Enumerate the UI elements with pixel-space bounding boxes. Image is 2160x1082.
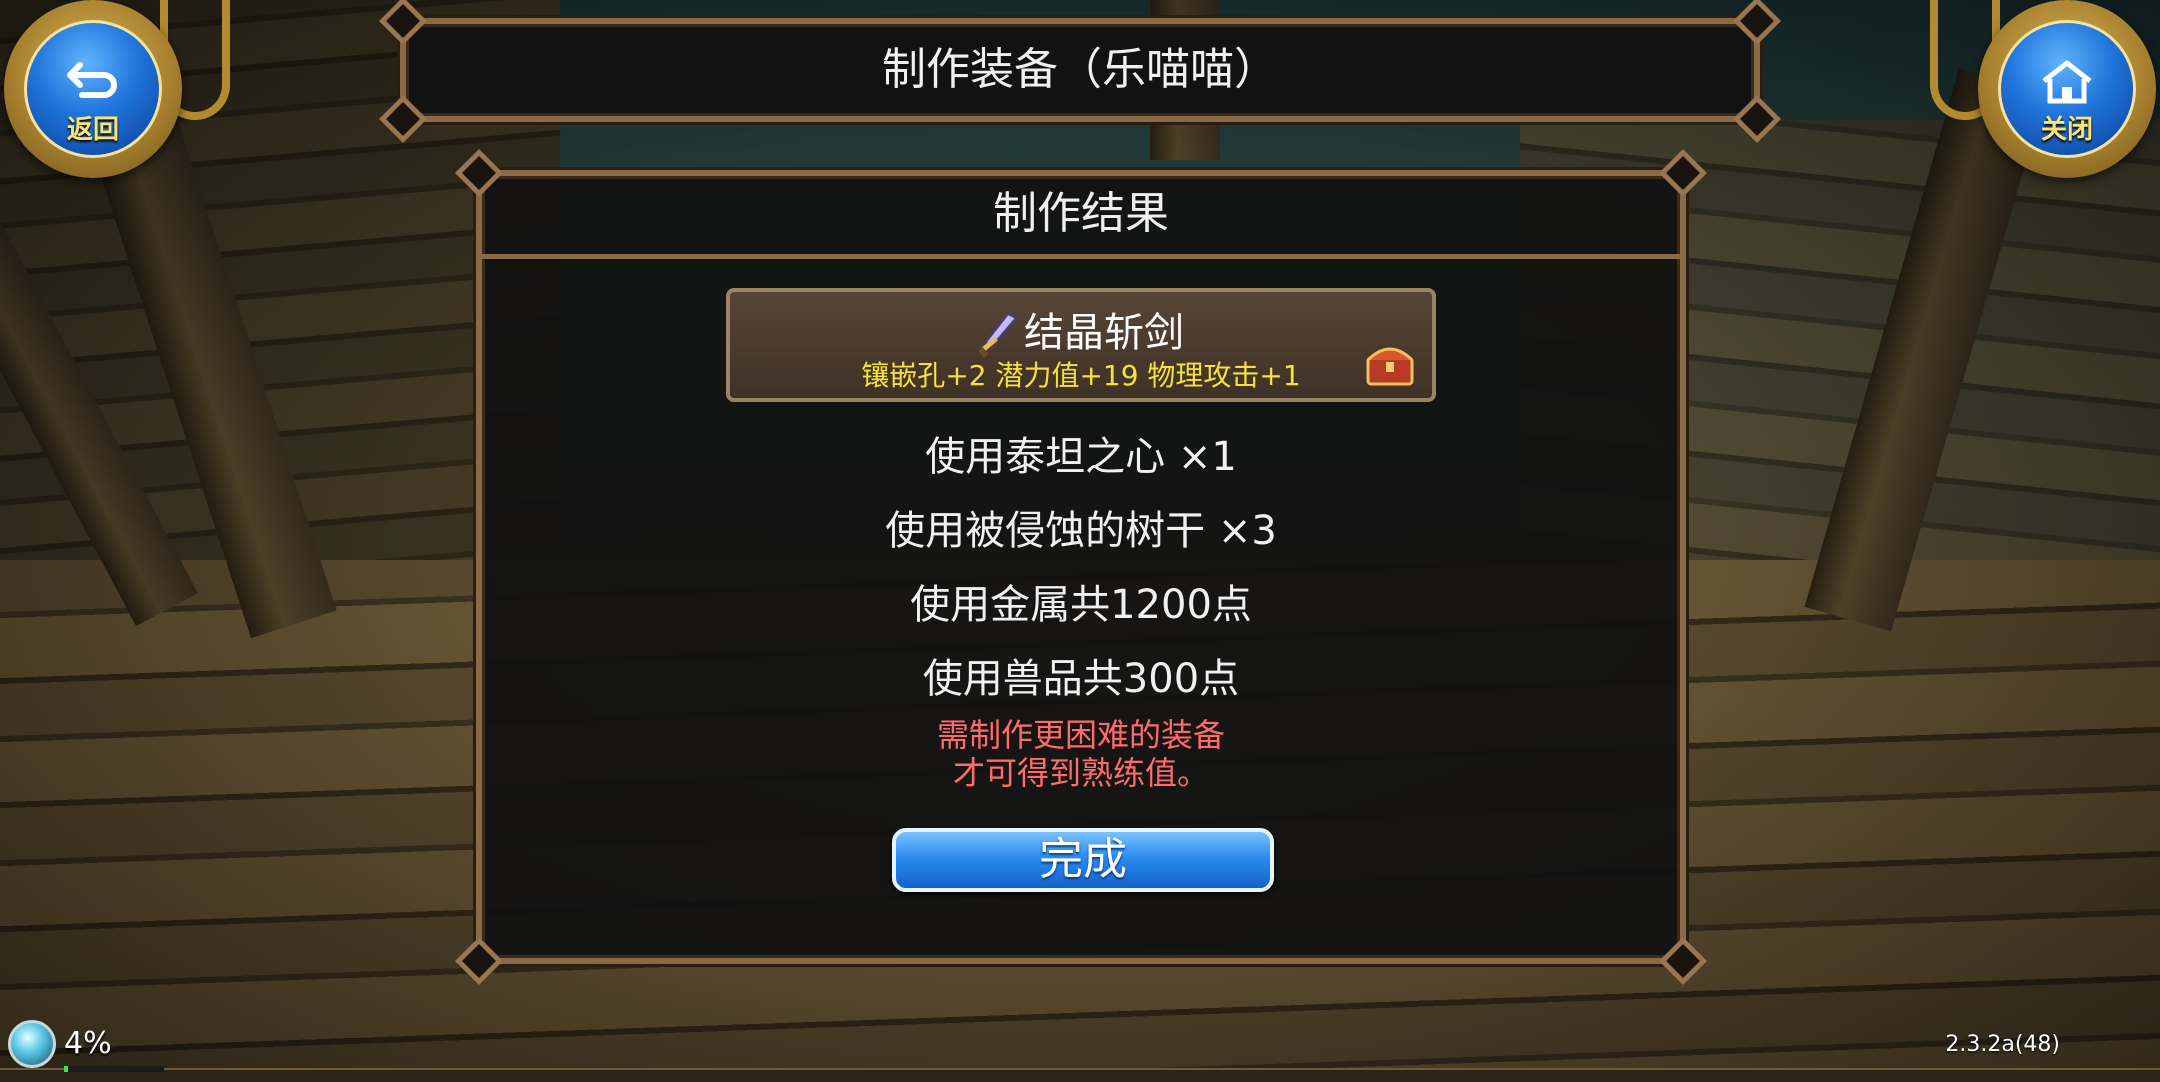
back-button[interactable]: 返回 [4, 0, 182, 178]
item-name-row: 结晶斩剑 [730, 300, 1432, 358]
material-line: 使用兽品共300点 [922, 656, 1240, 702]
crafted-item-card[interactable]: 结晶斩剑 镶嵌孔+2 潜力值+19 物理攻击+1 [726, 288, 1436, 402]
progress-percent: 4% [64, 1026, 112, 1061]
crafting-result-panel: 制作结果 结晶斩剑 镶嵌孔+2 潜力值+19 物理攻击+1 使用泰坦之心 ×1 … [454, 148, 1708, 986]
item-attributes: 镶嵌孔+2 潜力值+19 物理攻击+1 [861, 359, 1301, 392]
home-icon [2042, 60, 2092, 104]
hint-text-line: 需制作更困难的装备 [936, 716, 1225, 754]
done-button[interactable]: 完成 [892, 828, 1274, 892]
treasure-chest-icon [1366, 347, 1414, 386]
material-line: 使用被侵蚀的树干 ×3 [885, 508, 1277, 554]
item-name: 结晶斩剑 [1024, 310, 1184, 356]
energy-orb-icon [8, 1020, 56, 1068]
sword-icon [978, 312, 1018, 358]
panel-title: 制作结果 [993, 188, 1169, 239]
material-line: 使用泰坦之心 ×1 [925, 434, 1237, 480]
done-label: 完成 [1039, 834, 1127, 885]
panel-header: 制作结果 [482, 176, 1680, 259]
return-arrow-icon [67, 62, 117, 98]
material-line: 使用金属共1200点 [910, 582, 1252, 628]
progress-bar-fill [64, 1066, 68, 1072]
version-label: 2.3.2a(48) [1945, 1032, 2060, 1057]
close-button[interactable]: 关闭 [1978, 0, 2156, 178]
progress-bar [64, 1066, 164, 1072]
close-label: 关闭 [2040, 115, 2093, 145]
back-label: 返回 [66, 115, 119, 145]
title-bar: 制作装备（乐喵喵） [378, 0, 1782, 144]
hint-text-line: 才可得到熟练值。 [952, 754, 1209, 792]
page-title: 制作装备（乐喵喵） [882, 44, 1278, 95]
